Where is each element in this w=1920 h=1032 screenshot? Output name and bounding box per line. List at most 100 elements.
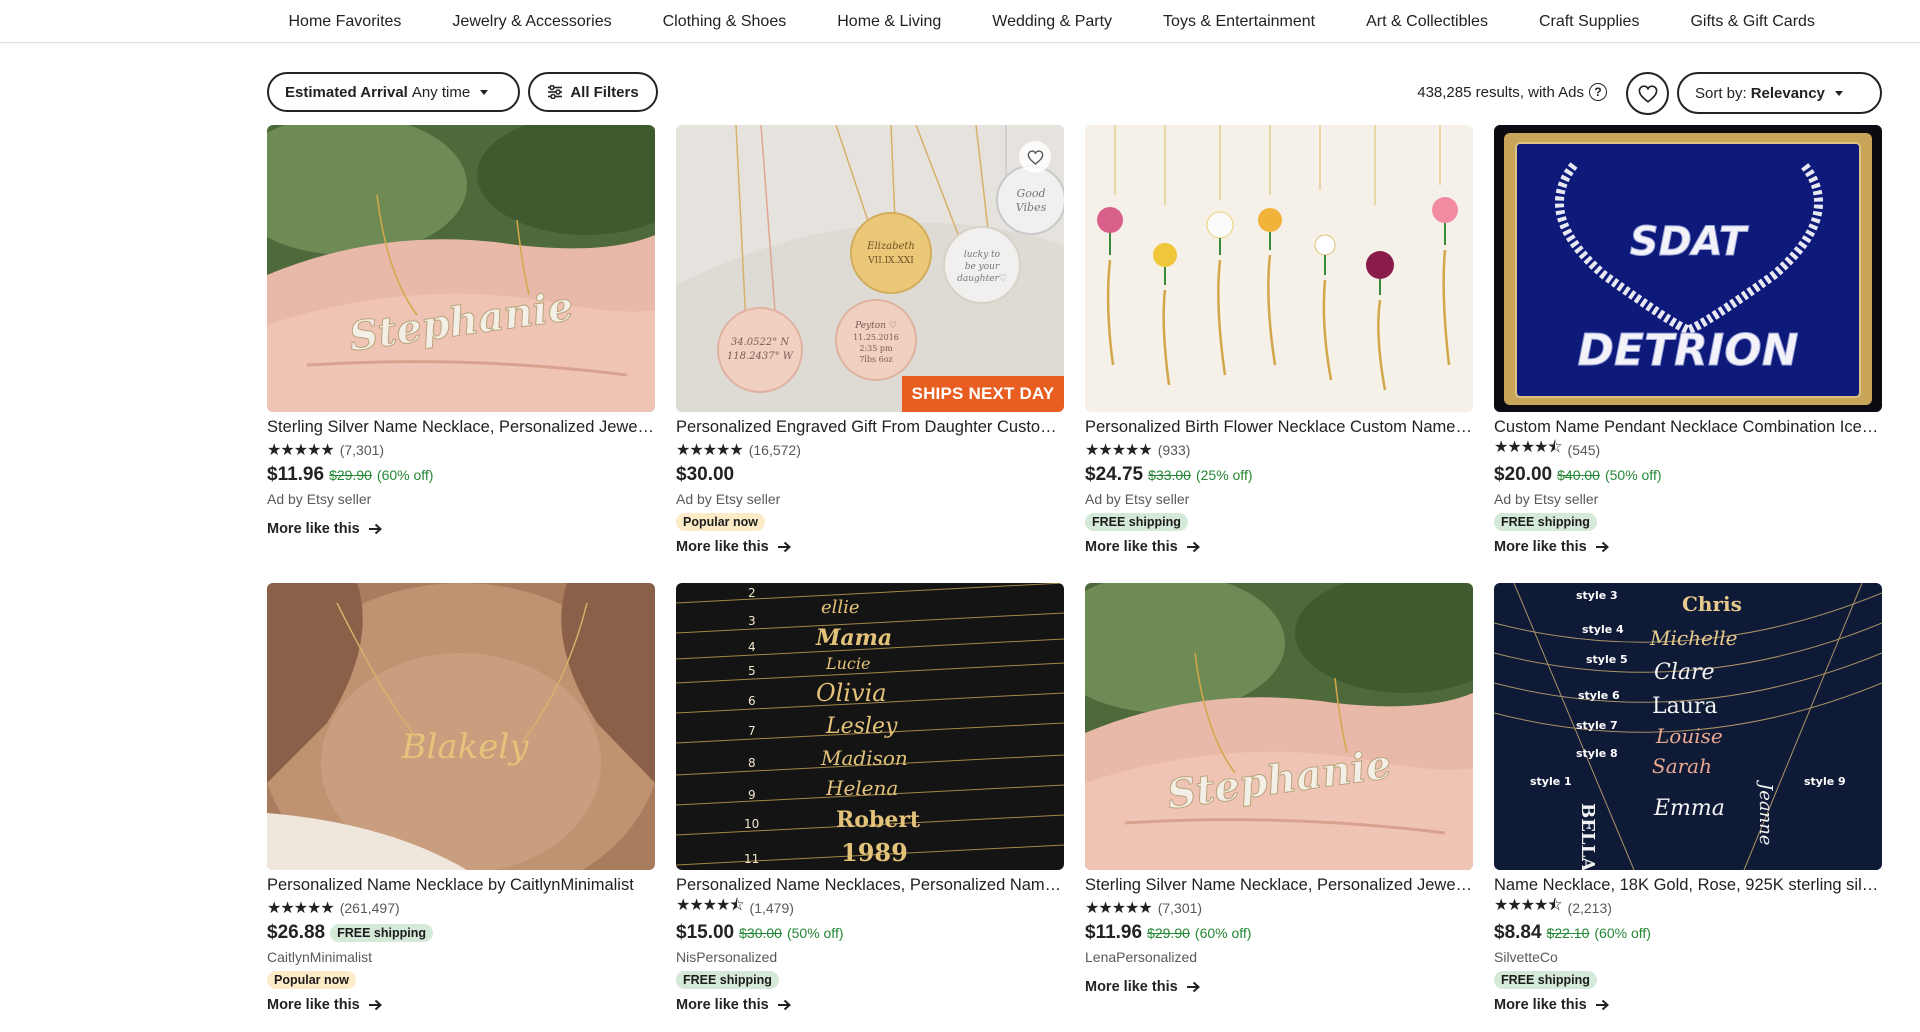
arrival-label: Estimated Arrival xyxy=(285,83,408,101)
product-card[interactable]: Personalized Birth Flower Necklace Custo… xyxy=(1085,125,1473,556)
product-card[interactable]: Stephanie Sterling Silver Name Necklace,… xyxy=(267,125,655,538)
nav-home-favorites[interactable]: Home Favorites xyxy=(263,13,427,31)
image-text: Clare xyxy=(1654,660,1715,685)
product-title[interactable]: Personalized Name Necklaces, Personalize… xyxy=(676,875,1064,895)
more-like-this-link[interactable]: More like this xyxy=(1494,539,1609,555)
seller[interactable]: NisPersonalized xyxy=(676,949,1064,966)
image-text: daughter♡ xyxy=(957,274,1007,284)
arrow-right-icon xyxy=(368,999,382,1011)
nav-home-living[interactable]: Home & Living xyxy=(812,13,967,31)
star-rating-icon: ★★★★⯪ xyxy=(1494,897,1563,914)
nav-wedding-party[interactable]: Wedding & Party xyxy=(967,13,1138,31)
product-title[interactable]: Name Necklace, 18K Gold, Rose, 925K ster… xyxy=(1494,875,1882,895)
product-card[interactable]: Stephanie Sterling Silver Name Necklace,… xyxy=(1085,583,1473,996)
more-like-this-link[interactable]: More like this xyxy=(676,997,791,1013)
image-text: Lesley xyxy=(825,714,898,739)
product-image[interactable]: SDAT DETRION xyxy=(1494,125,1882,412)
product-card[interactable]: SDAT DETRION Custom Name Pendant Necklac… xyxy=(1494,125,1882,556)
more-like-this-label: More like this xyxy=(267,521,360,537)
nav-gifts-gift-cards[interactable]: Gifts & Gift Cards xyxy=(1665,13,1840,31)
more-like-this-link[interactable]: More like this xyxy=(1494,997,1609,1013)
product-photo: 34.0522° N 118.2437° W Elizabeth VII.IX.… xyxy=(676,125,1064,412)
product-image[interactable]: 34.0522° N 118.2437° W Elizabeth VII.IX.… xyxy=(676,125,1064,412)
price-row: $24.75 $33.00 (25% off) xyxy=(1085,464,1473,486)
badge-line: FREE shipping xyxy=(1085,513,1473,531)
estimated-arrival-dropdown[interactable]: Estimated Arrival Any time xyxy=(267,72,520,112)
help-icon[interactable]: ? xyxy=(1589,83,1607,101)
product-image[interactable]: Blakely xyxy=(267,583,655,870)
star-rating-icon: ★★★★★ xyxy=(267,441,335,459)
review-count: (1,479) xyxy=(749,899,794,916)
nav-art-collectibles[interactable]: Art & Collectibles xyxy=(1341,13,1514,31)
image-text: Laura xyxy=(1652,694,1718,719)
price-row: $11.96 $29.90 (60% off) xyxy=(267,464,655,486)
image-text: Good xyxy=(1016,187,1045,200)
product-title[interactable]: Sterling Silver Name Necklace, Personali… xyxy=(267,417,655,437)
more-like-this-label: More like this xyxy=(1494,997,1587,1013)
image-text: style 9 xyxy=(1804,775,1846,788)
product-image[interactable]: style 3 style 4 style 5 style 6 style 7 … xyxy=(1494,583,1882,870)
more-like-this-link[interactable]: More like this xyxy=(1085,979,1200,995)
popular-now-badge: Popular now xyxy=(267,971,356,989)
more-like-this-link[interactable]: More like this xyxy=(267,521,382,537)
product-card[interactable]: style 3 style 4 style 5 style 6 style 7 … xyxy=(1494,583,1882,1014)
nav-clothing-shoes[interactable]: Clothing & Shoes xyxy=(637,13,812,31)
image-text: Robert xyxy=(836,807,921,833)
original-price: $22.10 xyxy=(1546,925,1590,941)
category-nav: Home Favorites Jewelry & Accessories Clo… xyxy=(0,0,1920,43)
favorite-button[interactable] xyxy=(1019,141,1051,173)
image-text: 8 xyxy=(748,756,756,770)
original-price: $29.90 xyxy=(329,467,372,483)
product-card[interactable]: Blakely Personalized Name Necklace by Ca… xyxy=(267,583,655,1014)
discount: (60% off) xyxy=(1194,925,1252,941)
seller[interactable]: CaitlynMinimalist xyxy=(267,949,655,966)
image-text: Peyton ♡ xyxy=(854,321,897,331)
all-filters-button[interactable]: All Filters xyxy=(528,72,658,112)
image-text: 118.2437° W xyxy=(727,351,794,362)
sort-by-dropdown[interactable]: Sort by: Relevancy xyxy=(1677,72,1882,114)
filters-icon xyxy=(548,85,563,99)
product-card[interactable]: 34.0522° N 118.2437° W Elizabeth VII.IX.… xyxy=(676,125,1064,556)
product-title[interactable]: Personalized Name Necklace by CaitlynMin… xyxy=(267,875,655,895)
product-image[interactable] xyxy=(1085,125,1473,412)
save-search-heart-button[interactable] xyxy=(1626,72,1669,115)
price-row: $11.96 $29.90 (60% off) xyxy=(1085,922,1473,944)
image-text: 2 xyxy=(748,586,756,600)
image-text: 9 xyxy=(748,788,756,802)
badge-line: FREE shipping xyxy=(676,971,1064,989)
image-text: 34.0522° N xyxy=(731,337,791,348)
more-like-this-link[interactable]: More like this xyxy=(676,539,791,555)
product-title[interactable]: Personalized Birth Flower Necklace Custo… xyxy=(1085,417,1473,437)
results-count: 438,285 results, with Ads ? xyxy=(1417,72,1607,112)
product-card[interactable]: 2 3 4 5 6 7 8 9 10 11 ellie Mama Lucie O… xyxy=(676,583,1064,1014)
more-like-this-link[interactable]: More like this xyxy=(1085,539,1200,555)
image-text: Blakely xyxy=(401,727,530,767)
results-text: 438,285 results, with Ads xyxy=(1417,83,1584,101)
nav-toys-entertainment[interactable]: Toys & Entertainment xyxy=(1138,13,1341,31)
image-text: Lucie xyxy=(825,654,870,673)
product-title[interactable]: Custom Name Pendant Necklace Combination… xyxy=(1494,417,1882,437)
seller[interactable]: LenaPersonalized xyxy=(1085,949,1473,966)
product-title[interactable]: Sterling Silver Name Necklace, Personali… xyxy=(1085,875,1473,895)
arrow-right-icon xyxy=(1595,999,1609,1011)
nav-craft-supplies[interactable]: Craft Supplies xyxy=(1513,13,1665,31)
more-like-this-link[interactable]: More like this xyxy=(267,997,382,1013)
free-shipping-badge: FREE shipping xyxy=(1494,513,1597,531)
product-image[interactable]: 2 3 4 5 6 7 8 9 10 11 ellie Mama Lucie O… xyxy=(676,583,1064,870)
image-text: Michelle xyxy=(1649,626,1737,650)
image-text: style 8 xyxy=(1576,747,1618,760)
nav-jewelry-accessories[interactable]: Jewelry & Accessories xyxy=(427,13,637,31)
product-title[interactable]: Personalized Engraved Gift From Daughter… xyxy=(676,417,1064,437)
product-photo: Stephanie xyxy=(267,125,655,412)
image-text: 2:35 pm xyxy=(859,344,893,353)
image-text: style 1 xyxy=(1530,775,1572,788)
seller[interactable]: SilvetteCo xyxy=(1494,949,1882,966)
product-image[interactable]: Stephanie xyxy=(267,125,655,412)
star-rating-icon: ★★★★★ xyxy=(1085,441,1153,459)
discount: (60% off) xyxy=(1594,925,1651,941)
filter-bar: Estimated Arrival Any time All Filters 4… xyxy=(267,72,1883,115)
arrow-right-icon xyxy=(777,999,791,1011)
product-image[interactable]: Stephanie xyxy=(1085,583,1473,870)
image-text: style 7 xyxy=(1576,719,1618,732)
arrival-value: Any time xyxy=(411,83,471,101)
